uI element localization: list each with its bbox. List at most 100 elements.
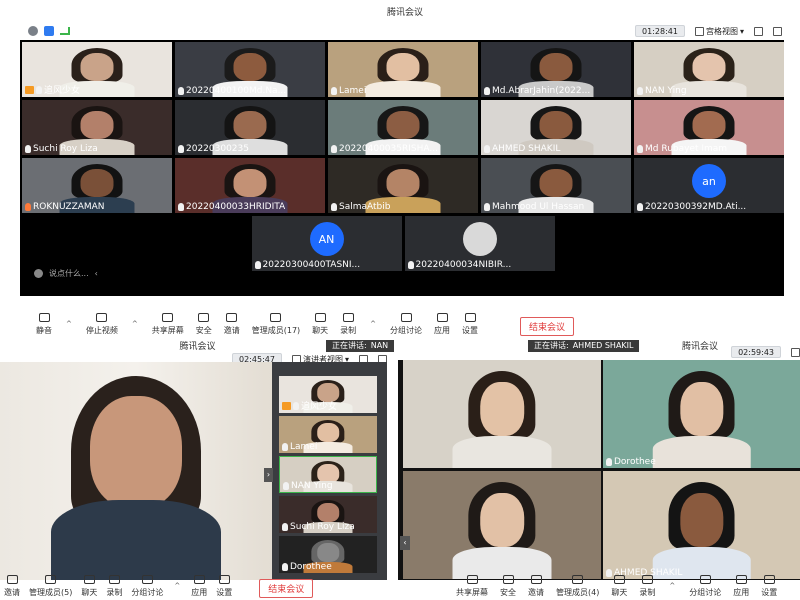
meeting-toolbar: 邀请 管理成员(5) 聊天 录制 分组讨论 ^ 应用 设置 结束会议 [0,574,395,598]
toolbar-label: 录制 [340,326,357,335]
signal-icon[interactable] [60,27,70,35]
toolbar-label: 邀请 [223,326,240,335]
participant-video-tile[interactable]: NAN Ying [634,42,784,97]
chat-input[interactable]: 说点什么... ‹ [34,266,144,280]
gear-button[interactable]: 设置 [216,573,232,598]
chevron-up-icon[interactable]: ^ [66,320,72,328]
members-icon [44,573,58,585]
participant-name-label: 追风少女 [282,399,374,412]
participant-name-label: 20220400034NIBIR... [407,260,552,270]
breakout-button[interactable]: 分组讨论 [390,311,422,336]
breakout-button[interactable]: 分组讨论 [131,573,163,598]
toolbar-label: 分组讨论 [390,326,423,335]
chevron-up-icon[interactable]: ^ [669,582,675,590]
participant-video-tile[interactable]: 追风少女 [22,42,172,97]
participant-video-tile[interactable]: Suchi Roy Liza [22,100,172,155]
toolbar-label: 邀请 [528,588,544,597]
members-button[interactable]: 管理成员(17) [252,311,300,336]
participant-name-label: Suchi Roy Liza [25,144,169,154]
participant-video-tile[interactable]: 20220300235 [175,100,325,155]
participant-video-tile[interactable]: 20220400100Md.Na... [175,42,325,97]
participant-video-tile[interactable]: AHMED SHAKIL [603,471,800,579]
participant-video-tile[interactable]: ROKNUZZAMAN [22,158,172,213]
toolbar-label: 应用 [191,588,208,597]
participant-name: Suchi Roy Liza [290,522,355,532]
share-screen-button[interactable]: 共享屏幕 [456,573,488,598]
participant-name-label: 20220400035RISHA... [331,144,475,154]
chat-button[interactable]: 聊天 [611,573,627,598]
chat-button[interactable]: 聊天 [312,311,328,336]
record-button[interactable]: 录制 [340,311,356,336]
fullscreen-icon[interactable] [754,26,763,36]
info-icon[interactable] [28,26,38,36]
participant-video-tile[interactable]: AN 20220300400TASNI... [251,216,402,271]
invite-button[interactable]: 邀请 [528,573,544,598]
participant-video-tile[interactable]: Md Rubayet Imam [634,100,784,155]
view-switch-button[interactable]: 宫格视图 ▾ [694,26,744,37]
participant-name: Lamei [290,442,318,452]
shield-icon [197,311,211,323]
shield-button[interactable]: 安全 [500,573,516,598]
side-participant-tile[interactable]: 追风少女 [279,376,377,413]
collapse-sidebar-button[interactable]: ‹ [400,536,410,550]
mic-status-icon [282,443,288,451]
end-meeting-button[interactable]: 结束会议 [259,579,314,598]
participant-name-label: 20220300392MD.Ati... [637,202,781,212]
participant-video-tile[interactable]: AHMED SHAKIL [481,100,631,155]
participant-video-tile[interactable]: Md.AbrarJahin(2022... [481,42,631,97]
apps-button[interactable]: 应用 [733,573,749,598]
participant-video-tile[interactable]: 20220400033HRIDITA [175,158,325,213]
invite-button[interactable]: 邀请 [4,573,20,598]
side-participant-tile[interactable]: Lamei [279,416,377,453]
breakout-button[interactable]: 分组讨论 [689,573,721,598]
toolbar-label: 设置 [216,588,233,597]
main-speaker-video[interactable] [0,362,272,580]
participant-video-tile[interactable]: Lamei [328,42,478,97]
chevron-up-icon[interactable]: ^ [132,320,138,328]
chevron-up-icon[interactable]: ^ [174,582,180,590]
members-button[interactable]: 管理成员(5) [29,573,72,598]
shield-icon[interactable] [44,26,54,36]
emoji-icon[interactable] [34,268,43,278]
participant-video-tile[interactable]: SalmaAtbib [328,158,478,213]
participant-name: 20220300400TASNI... [262,260,361,270]
end-meeting-button[interactable]: 结束会议 [520,317,575,336]
side-participant-tile[interactable]: NAN Ying [279,456,377,493]
mic-status-icon [293,401,299,410]
participant-name-label: Lamei [282,442,374,452]
camera-button[interactable]: 停止视频 [86,311,118,336]
share-screen-button[interactable]: 共享屏幕 [152,311,184,336]
gear-button[interactable]: 设置 [761,573,777,598]
participant-video-tile[interactable]: 20220400034NIBIR... [404,216,555,271]
record-button[interactable]: 录制 [639,573,655,598]
speaker-prefix: 正在讲话: [332,341,367,350]
participant-video-tile[interactable] [403,471,601,579]
breakout-icon [140,573,154,585]
chevron-up-icon[interactable]: ^ [370,320,376,328]
side-participant-tile[interactable]: Dorothee [279,536,377,573]
shield-button[interactable]: 安全 [196,311,212,336]
apps-button[interactable]: 应用 [191,573,207,598]
participant-video-tile[interactable]: Dorothee [603,360,800,468]
participant-video-tile[interactable] [403,360,601,468]
chat-button[interactable]: 聊天 [81,573,97,598]
participant-name-label: SalmaAtbib [331,202,475,212]
participant-video-tile[interactable]: 20220400035RISHA... [328,100,478,155]
participant-video-tile[interactable]: an 20220300392MD.Ati... [634,158,784,213]
participant-name: 20220300235 [186,144,249,154]
gear-button[interactable]: 设置 [462,311,478,336]
sidebar-toggle-icon[interactable] [773,26,782,36]
mic-button[interactable]: 静音 [36,311,52,336]
side-participant-tile[interactable]: Suchi Roy Liza [279,496,377,533]
chat-icon [82,573,96,585]
record-button[interactable]: 录制 [106,573,122,598]
apps-button[interactable]: 应用 [434,311,450,336]
members-button[interactable]: 管理成员(4) [556,573,599,598]
invite-button[interactable]: 邀请 [224,311,240,336]
mic-icon [37,311,51,323]
expand-sidebar-button[interactable]: › [264,468,273,482]
participant-name-label: 追风少女 [25,83,169,96]
grid-view-icon[interactable] [791,347,800,357]
participant-video-tile[interactable]: Mahmood Ul Hassan [481,158,631,213]
chevron-left-icon[interactable]: ‹ [95,269,98,278]
